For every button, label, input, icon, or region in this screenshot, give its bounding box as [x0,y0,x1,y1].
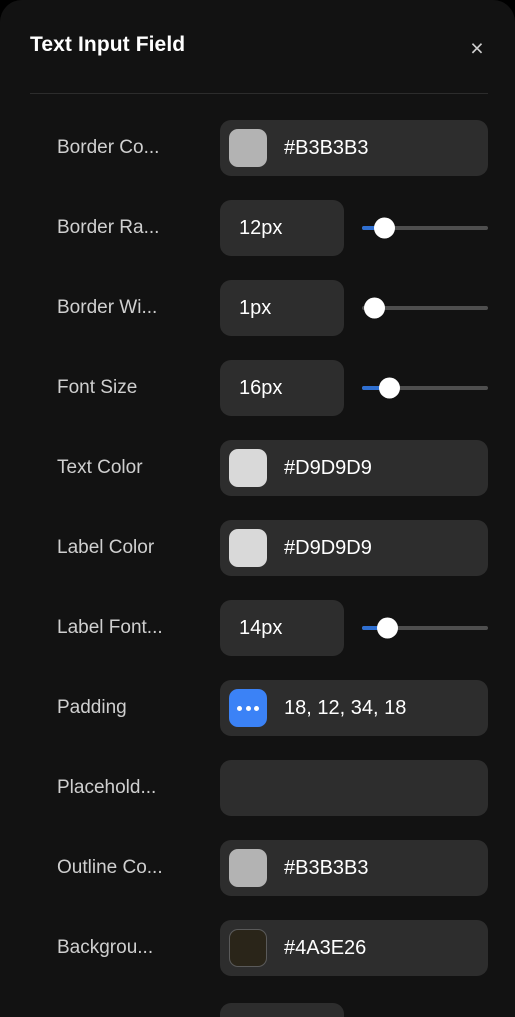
color-swatch[interactable] [229,129,267,167]
property-label: Outline Co... [57,857,163,878]
slider-thumb[interactable] [379,377,401,399]
property-rows: Border Co... #B3B3B3 Border Ra... 12px Borde… [0,95,515,988]
property-row: Placehold... [0,748,515,828]
property-label: Label Color [57,537,155,558]
property-label: Font Size [57,377,138,398]
property-row: Border Wi... 1px [0,268,515,348]
padding-value-field[interactable]: 18, 12, 34, 18 [220,680,488,736]
property-label: Padding [57,697,127,718]
property-value: #B3B3B3 [284,136,369,159]
slider-thumb[interactable] [376,617,398,639]
property-value: 18, 12, 34, 18 [284,696,407,719]
property-label: Backgrou... [57,937,154,958]
color-value-field[interactable]: #D9D9D9 [220,440,488,496]
property-slider[interactable] [362,617,488,639]
color-swatch[interactable] [229,849,267,887]
property-slider[interactable] [362,217,488,239]
property-row: Border Ra... 12px [0,188,515,268]
slider-thumb[interactable] [364,297,386,319]
property-label: Placehold... [57,777,157,798]
color-value-field[interactable]: #4A3E26 [220,920,488,976]
slider-thumb[interactable] [374,217,396,239]
property-row: Border Co... #B3B3B3 [0,108,515,188]
property-label: Border Ra... [57,217,160,238]
property-slider[interactable] [362,297,488,319]
numeric-value-field[interactable]: 1px [220,280,344,336]
property-value: 1px [239,296,272,319]
color-swatch[interactable] [229,929,267,967]
text-value-field[interactable] [220,760,488,816]
numeric-value-field[interactable]: 16px [220,360,344,416]
property-row: Label Color #D9D9D9 [0,508,515,588]
property-row: Text Color #D9D9D9 [0,428,515,508]
property-row: Font Size 16px [0,348,515,428]
property-value: #D9D9D9 [284,536,372,559]
page-title: Text Input Field [30,33,186,56]
property-label: Border Wi... [57,297,158,318]
header-divider [30,93,488,94]
color-swatch[interactable] [229,449,267,487]
property-label: Border Co... [57,137,160,158]
color-value-field[interactable]: #B3B3B3 [220,120,488,176]
property-value: #4A3E26 [284,936,367,959]
property-label: Label Font... [57,617,163,638]
property-value: #D9D9D9 [284,456,372,479]
color-swatch[interactable] [229,529,267,567]
color-value-field[interactable]: #D9D9D9 [220,520,488,576]
numeric-value-field[interactable]: 12px [220,200,344,256]
property-value: 14px [239,616,283,639]
property-row: Padding 18, 12, 34, 18 [0,668,515,748]
ellipsis-icon[interactable] [229,689,267,727]
numeric-value-field[interactable]: 14px [220,600,344,656]
property-row: Label Font... 14px [0,588,515,668]
property-row: Backgrou... #4A3E26 [0,908,515,988]
next-property-row-partial[interactable] [220,1003,344,1017]
close-icon[interactable]: × [461,32,493,64]
property-value: 12px [239,216,283,239]
property-slider[interactable] [362,377,488,399]
property-value: 16px [239,376,283,399]
property-value: #B3B3B3 [284,856,369,879]
panel-header: Text Input Field × [0,0,515,95]
text-input-field-properties-panel: Text Input Field × Border Co... #B3B3B3 Bo… [0,0,515,1017]
property-label: Text Color [57,457,143,478]
color-value-field[interactable]: #B3B3B3 [220,840,488,896]
property-row: Outline Co... #B3B3B3 [0,828,515,908]
